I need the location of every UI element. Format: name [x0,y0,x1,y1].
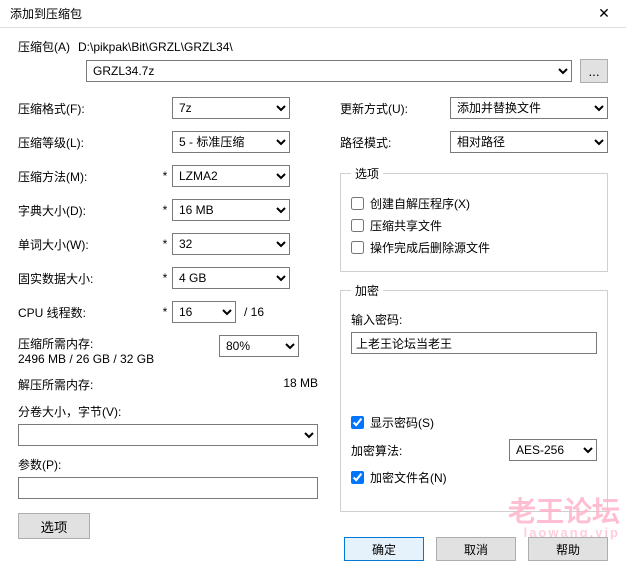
encryption-fieldset: 加密 输入密码: 显示密码(S) 加密算法: AES-256 加密文件名(N) [340,282,608,512]
mem-compress-value: 2496 MB / 26 GB / 32 GB [18,352,200,366]
solid-label: 固实数据大小: [18,270,158,287]
format-label: 压缩格式(F): [18,100,158,117]
pathmode-label: 路径模式: [340,134,450,151]
show-password-checkbox[interactable] [351,416,364,429]
mem-pct-select[interactable]: 80% [219,335,299,357]
options-legend: 选项 [351,165,383,182]
level-label: 压缩等级(L): [18,134,158,151]
archive-path: D:\pikpak\Bit\GRZL\GRZL34\ [78,40,608,54]
mem-decompress-value: 18 MB [200,376,318,393]
level-select[interactable]: 5 - 标准压缩 [172,131,290,153]
cpu-total: / 16 [244,305,264,319]
mem-decompress-label: 解压所需内存: [18,376,200,393]
encrypt-names-checkbox[interactable] [351,471,364,484]
dict-select[interactable]: 16 MB [172,199,290,221]
help-button[interactable]: 帮助 [528,537,608,561]
algorithm-select[interactable]: AES-256 [509,439,597,461]
param-input[interactable] [18,477,318,499]
sfx-label: 创建自解压程序(X) [370,195,470,212]
mem-compress-label: 压缩所需内存: [18,335,200,352]
volume-label: 分卷大小，字节(V): [18,403,318,420]
pathmode-select[interactable]: 相对路径 [450,131,608,153]
password-label: 输入密码: [351,311,597,328]
delete-label: 操作完成后删除源文件 [370,239,490,256]
options-button[interactable]: 选项 [18,513,90,539]
update-select[interactable]: 添加并替换文件 [450,97,608,119]
method-label: 压缩方法(M): [18,168,158,185]
cpu-label: CPU 线程数: [18,304,158,321]
method-select[interactable]: LZMA2 [172,165,290,187]
volume-select[interactable] [18,424,318,446]
ok-button[interactable]: 确定 [344,537,424,561]
param-label: 参数(P): [18,456,318,473]
shared-checkbox[interactable] [351,219,364,232]
options-fieldset: 选项 创建自解压程序(X) 压缩共享文件 操作完成后删除源文件 [340,165,608,272]
algorithm-label: 加密算法: [351,442,402,459]
word-label: 单词大小(W): [18,236,158,253]
delete-checkbox[interactable] [351,241,364,254]
encrypt-names-label: 加密文件名(N) [370,469,447,486]
titlebar: 添加到压缩包 ✕ [0,0,626,28]
browse-button[interactable]: ... [580,59,608,83]
password-input[interactable] [351,332,597,354]
show-password-label: 显示密码(S) [370,414,434,431]
sfx-checkbox[interactable] [351,197,364,210]
shared-label: 压缩共享文件 [370,217,442,234]
format-select[interactable]: 7z [172,97,290,119]
archive-label: 压缩包(A) [18,38,78,55]
solid-select[interactable]: 4 GB [172,267,290,289]
update-label: 更新方式(U): [340,100,450,117]
cancel-button[interactable]: 取消 [436,537,516,561]
encryption-legend: 加密 [351,282,383,299]
archive-filename-select[interactable]: GRZL34.7z [86,60,572,82]
close-icon[interactable]: ✕ [586,3,622,25]
word-select[interactable]: 32 [172,233,290,255]
dict-label: 字典大小(D): [18,202,158,219]
cpu-select[interactable]: 16 [172,301,236,323]
window-title: 添加到压缩包 [10,5,82,22]
